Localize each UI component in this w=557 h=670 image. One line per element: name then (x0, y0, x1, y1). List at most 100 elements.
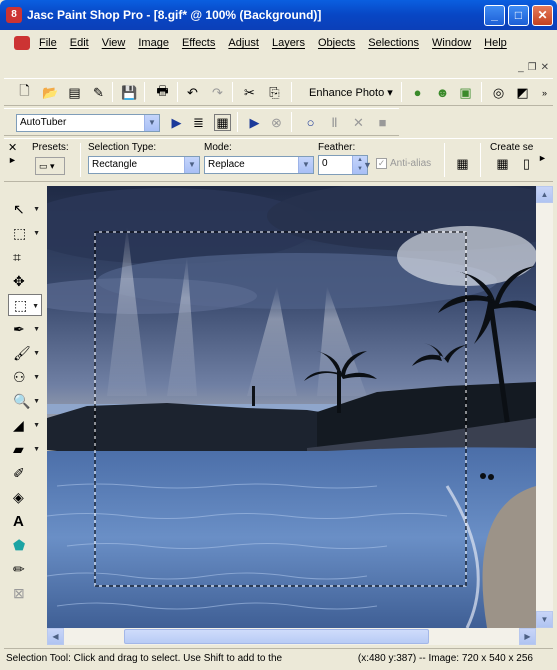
eraser-icon: ▰ (13, 440, 24, 457)
create-selection-icon[interactable]: ▦ (494, 155, 511, 172)
menu-file[interactable]: File (39, 37, 57, 49)
status-bar: Selection Tool: Click and drag to select… (4, 648, 553, 668)
mdi-restore-button[interactable]: ❐ (528, 62, 537, 73)
picture-tube-icon: ✐ (13, 464, 25, 481)
stop-x-icon[interactable]: ✕ (350, 114, 367, 131)
horizontal-scrollbar[interactable]: ◀ ▶ (47, 628, 536, 645)
menu-items: File Edit View Image Effects Adjust Layers Obje… (39, 37, 507, 49)
dropper-tool[interactable]: ✒ ▼ (8, 318, 42, 340)
scroll-left-button[interactable]: ◀ (47, 628, 64, 645)
dodge-tool[interactable]: ◢ ▼ (8, 414, 42, 436)
preset-shape-tool[interactable]: ⬟ (8, 534, 42, 556)
clone-brush-tool[interactable]: ⚇ ▼ (8, 366, 42, 388)
menu-selections[interactable]: Selections (368, 37, 419, 49)
selection-tool[interactable]: ⬚ ▼ (8, 294, 42, 316)
scan-icon[interactable]: ✎ (90, 84, 107, 101)
undo-icon[interactable]: ↶ (184, 84, 201, 101)
close-button[interactable]: ✕ (532, 5, 553, 26)
shape-icon: ⬟ (13, 536, 26, 553)
chevron-down-icon[interactable]: ▼ (144, 115, 159, 131)
menu-effects[interactable]: Effects (182, 37, 215, 49)
menu-edit[interactable]: Edit (70, 37, 89, 49)
chevron-down-icon[interactable]: ▼ (298, 157, 313, 173)
title-bar[interactable]: 8 Jasc Paint Shop Pro - [8.gif* @ 100% (… (0, 0, 557, 30)
menu-layers[interactable]: Layers (272, 37, 305, 49)
mdi-minimize-button[interactable]: _ (518, 62, 524, 73)
stop-icon[interactable]: ■ (374, 114, 391, 131)
menu-objects[interactable]: Objects (318, 37, 355, 49)
chevron-down-icon[interactable]: ▼ (184, 157, 199, 173)
deform-tool[interactable]: ⬚ ▼ (8, 222, 42, 244)
eraser-tool[interactable]: ▰ ▼ (8, 438, 42, 460)
scroll-right-button[interactable]: ▶ (519, 628, 536, 645)
new-file-icon[interactable]: 🗋 (16, 83, 33, 101)
select-all-icon[interactable]: ▦ (454, 155, 471, 172)
save-icon[interactable]: 💾 (121, 84, 138, 101)
warp-brush-tool[interactable]: ⊠ (8, 582, 42, 604)
script-select[interactable]: AutoTuber ▼ (16, 114, 160, 132)
menu-adjust[interactable]: Adjust (228, 37, 259, 49)
open-folder-icon[interactable]: 📂 (42, 84, 59, 101)
run-script-icon[interactable]: ▶ (168, 114, 185, 131)
edit-script-icon[interactable]: ≣ (190, 114, 207, 131)
pen-tool[interactable]: ✏ (8, 558, 42, 580)
web-icon[interactable]: ◎ (490, 84, 507, 101)
browse-icon[interactable]: ▤ (66, 84, 83, 101)
maximize-button[interactable]: □ (508, 5, 529, 26)
record-icon[interactable]: ○ (302, 114, 319, 131)
deform-icon: ⬚ (13, 224, 27, 241)
red-eye-icon[interactable]: ● (409, 84, 426, 101)
toolbar-overflow-icon[interactable]: » (536, 84, 553, 101)
selection-type-select[interactable]: Rectangle ▼ (88, 156, 200, 174)
presets-button[interactable]: ▭ ▾ (35, 157, 65, 175)
color-balance-icon[interactable]: ◩ (514, 84, 531, 101)
feather-popup-icon[interactable]: ▼ (359, 156, 376, 173)
landscape-icon[interactable]: ▣ (457, 84, 474, 101)
picture-tube-tool[interactable]: ✐ (8, 462, 42, 484)
cut-icon[interactable]: ✂ (241, 84, 258, 101)
palette-grip-icon[interactable]: ► (8, 155, 17, 165)
minimize-button[interactable]: _ (484, 5, 505, 26)
start-recording-icon[interactable]: ▶ (246, 114, 263, 131)
horizontal-scroll-thumb[interactable] (124, 629, 429, 644)
flood-fill-icon: ◈ (13, 488, 24, 505)
pointer-icon: ↖ (13, 200, 25, 217)
app-icon[interactable]: 8 (6, 7, 22, 23)
feather-label: Feather: (318, 142, 356, 153)
script-toolbar: AutoTuber ▼ ▶ ≣ ▦ ▶ ⊗ ○ Ⅱ ✕ ■ (4, 108, 399, 136)
pause-icon[interactable]: Ⅱ (326, 114, 343, 131)
mode-select[interactable]: Replace ▼ (204, 156, 314, 174)
create-from-mask-icon[interactable]: ▯ (518, 155, 535, 172)
feather-value: 0 (322, 158, 328, 169)
mdi-close-button[interactable]: ✕ (541, 62, 549, 73)
document-icon[interactable] (14, 36, 30, 50)
zoom-tool[interactable]: 🔍 ▼ (8, 390, 42, 412)
toggle-interactive-icon[interactable]: ▦ (214, 114, 231, 131)
close-palette-icon[interactable]: ✕ (8, 141, 17, 154)
move-tool[interactable]: ✥ (8, 270, 42, 292)
menu-bar: File Edit View Image Effects Adjust Layers Obje… (4, 30, 553, 56)
antialias-checkbox[interactable]: ✓ (376, 158, 387, 169)
vertical-scrollbar[interactable]: ▲ ▼ (536, 186, 553, 628)
pan-pointer-tool[interactable]: ↖ ▼ (8, 198, 42, 220)
menu-help[interactable]: Help (484, 37, 507, 49)
menu-view[interactable]: View (102, 37, 126, 49)
selection-type-value: Rectangle (92, 159, 138, 170)
copy-icon[interactable]: ⎘ (266, 84, 283, 101)
image-canvas[interactable] (47, 186, 536, 628)
portrait-icon[interactable]: ☻ (434, 84, 451, 101)
flood-fill-tool[interactable]: ◈ (8, 486, 42, 508)
crop-tool[interactable]: ⌗ (8, 246, 42, 268)
scroll-up-button[interactable]: ▲ (536, 186, 553, 203)
paint-brush-tool[interactable]: 🖌 ▼ (8, 342, 42, 364)
enhance-photo-button[interactable]: Enhance Photo ▾ (309, 86, 393, 99)
redo-icon[interactable]: ↷ (209, 84, 226, 101)
scroll-down-button[interactable]: ▼ (536, 611, 553, 628)
menu-image[interactable]: Image (138, 37, 169, 49)
print-icon[interactable]: 🖶 (154, 83, 171, 101)
menu-window[interactable]: Window (432, 37, 471, 49)
palette-overflow-icon[interactable]: ► (534, 149, 551, 166)
text-tool[interactable]: A (8, 510, 42, 532)
zoom-icon: 🔍 (13, 392, 31, 409)
cancel-icon[interactable]: ⊗ (268, 114, 285, 131)
